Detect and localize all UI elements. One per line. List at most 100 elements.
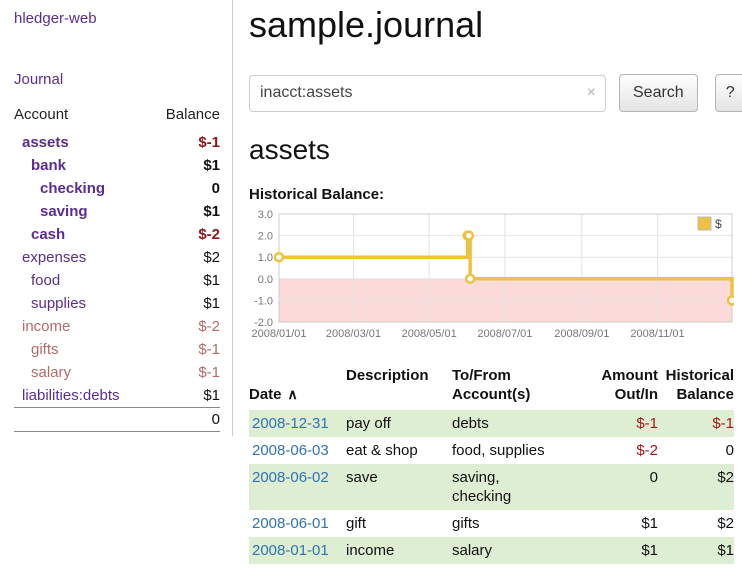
account-link[interactable]: income: [22, 318, 70, 335]
svg-text:2008/05/01: 2008/05/01: [402, 328, 457, 340]
accounts-body: assets$-1bank$1checking0saving$1cash$-2e…: [14, 131, 220, 408]
account-cell: bank: [14, 154, 150, 177]
svg-text:1.0: 1.0: [258, 252, 273, 264]
accounts-total-value: 0: [150, 408, 220, 432]
data-point: [275, 253, 283, 261]
svg-text:2.0: 2.0: [258, 231, 273, 243]
main-content: sample.journal × Search ? assets Histori…: [233, 0, 742, 564]
register-balance: $1: [658, 537, 734, 564]
register-balance: 0: [658, 437, 734, 464]
svg-text:2008/09/01: 2008/09/01: [554, 328, 609, 340]
account-row: saving $1: [14, 200, 220, 223]
search-button[interactable]: Search: [619, 74, 698, 112]
balance-chart: 3.02.01.00.0-1.0-2.02008/01/012008/03/01…: [249, 209, 742, 352]
account-cell: supplies: [14, 292, 150, 315]
register-date-link[interactable]: 2008-01-01: [252, 542, 329, 559]
svg-text:2008/07/01: 2008/07/01: [477, 328, 532, 340]
account-row: food $1: [14, 269, 220, 292]
register-balance: $2: [658, 464, 734, 510]
search-box: ×: [249, 75, 606, 112]
register-amount: $-1: [588, 410, 658, 437]
account-cell: gifts: [14, 338, 150, 361]
journal-link[interactable]: Journal: [14, 71, 63, 88]
account-link[interactable]: liabilities:debts: [22, 387, 120, 404]
svg-text:3.0: 3.0: [258, 209, 273, 221]
register-date-link[interactable]: 2008-06-02: [252, 469, 329, 486]
account-cell: saving: [14, 200, 150, 223]
account-balance: $-1: [150, 361, 220, 384]
register-amount: $1: [588, 537, 658, 564]
register-row: 2008-06-01 giftgifts$1$2: [249, 510, 734, 537]
sort-ascending-icon: ∧: [288, 386, 298, 402]
account-row: supplies $1: [14, 292, 220, 315]
page-title: sample.journal: [249, 4, 742, 46]
account-link[interactable]: checking: [40, 180, 105, 197]
search-row: × Search ?: [249, 74, 742, 112]
account-link[interactable]: supplies: [31, 295, 86, 312]
account-link[interactable]: cash: [31, 226, 65, 243]
account-link[interactable]: saving: [40, 203, 88, 220]
register-date-link[interactable]: 2008-06-01: [252, 515, 329, 532]
app-title-link[interactable]: hledger-web: [14, 10, 97, 27]
account-cell: salary: [14, 361, 150, 384]
help-button[interactable]: ?: [715, 74, 742, 112]
account-row: cash$-2: [14, 223, 220, 246]
register-description: gift: [346, 510, 452, 537]
account-balance: $1: [150, 200, 220, 223]
account-link[interactable]: bank: [31, 157, 66, 174]
register-header-date-label: Date: [249, 386, 282, 403]
legend-label: $: [715, 217, 722, 231]
register-description: save: [346, 464, 452, 510]
account-link[interactable]: salary: [31, 364, 71, 381]
register-header-description: Description: [346, 366, 452, 410]
svg-text:2008/11/01: 2008/11/01: [630, 328, 684, 340]
account-balance: $1: [150, 292, 220, 315]
account-link[interactable]: gifts: [31, 341, 59, 358]
search-input[interactable]: [249, 75, 606, 112]
register-date-cell: 2008-12-31: [249, 410, 346, 437]
account-balance: $1: [150, 269, 220, 292]
accounts-total-spacer: [14, 408, 150, 432]
account-link[interactable]: expenses: [22, 249, 86, 266]
account-balance: $-1: [150, 338, 220, 361]
register-date-link[interactable]: 2008-12-31: [252, 415, 329, 432]
register-amount: 0: [588, 464, 658, 510]
account-row: expenses$2: [14, 246, 220, 269]
data-point: [465, 232, 473, 240]
register-balance: $-1: [658, 410, 734, 437]
register-header-accounts: To/From Account(s): [452, 366, 588, 410]
register-row: 2008-06-02savesaving, checking0$2: [249, 464, 734, 510]
register-header-balance: Historical Balance: [658, 366, 734, 410]
svg-text:2008/01/01: 2008/01/01: [251, 328, 306, 340]
account-link[interactable]: food: [31, 272, 60, 289]
data-point: [728, 296, 734, 304]
legend-swatch: [698, 217, 711, 230]
sidebar: hledger-web Journal Account Balance asse…: [0, 0, 233, 436]
register-date-cell: 2008-06-02: [249, 464, 346, 510]
accounts-header-balance: Balance: [150, 106, 220, 131]
accounts-header-row: Account Balance: [14, 106, 220, 131]
clear-search-icon[interactable]: ×: [587, 84, 596, 102]
register-date-cell: 2008-01-01: [249, 537, 346, 564]
svg-text:0.0: 0.0: [258, 274, 273, 286]
account-row: liabilities:debts $1: [14, 384, 220, 408]
svg-text:2008/03/01: 2008/03/01: [326, 328, 381, 340]
account-link[interactable]: assets: [22, 134, 69, 151]
register-amount: $1: [588, 510, 658, 537]
account-row: gifts $-1: [14, 338, 220, 361]
account-row: assets$-1: [14, 131, 220, 154]
accounts-table: Account Balance assets$-1bank$1checking0…: [14, 106, 220, 432]
register-row: 2008-12-31pay offdebts$-1$-1: [249, 410, 734, 437]
register-header-date[interactable]: Date ∧: [249, 366, 346, 410]
register-accounts: gifts: [452, 510, 588, 537]
account-cell: checking: [14, 177, 150, 200]
register-balance: $2: [658, 510, 734, 537]
account-cell: food: [14, 269, 150, 292]
register-row: 2008-01-01incomesalary$1$1: [249, 537, 734, 564]
register-description: eat & shop: [346, 437, 452, 464]
register-row: 2008-06-03eat & shopfood, supplies$-20: [249, 437, 734, 464]
register-date-link[interactable]: 2008-06-03: [252, 442, 329, 459]
account-cell: expenses: [14, 246, 150, 269]
account-heading: assets: [249, 134, 742, 166]
account-balance: $1: [150, 384, 220, 408]
